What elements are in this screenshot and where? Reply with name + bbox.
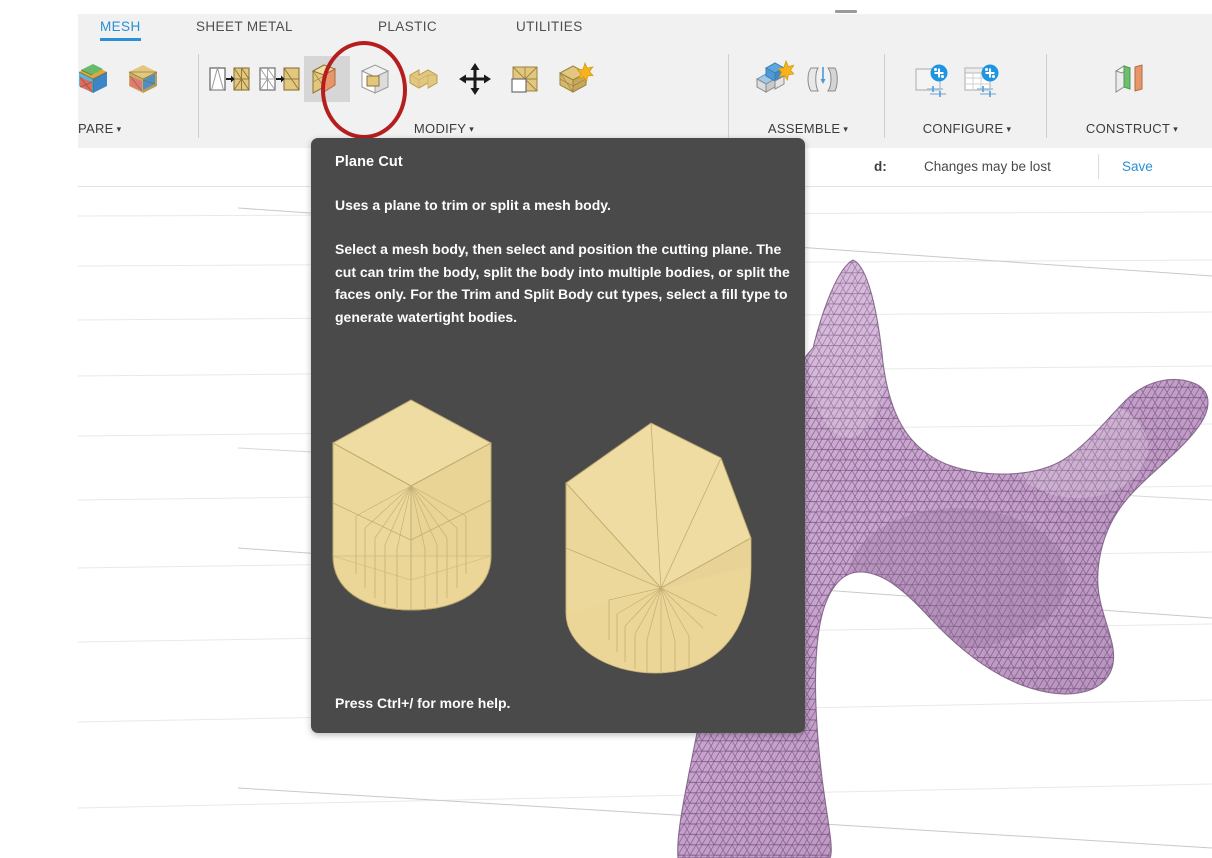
figure-split-body bbox=[332, 399, 492, 611]
repair-mesh-button[interactable] bbox=[550, 53, 600, 105]
panel-divider bbox=[884, 54, 885, 138]
panel-assemble-label[interactable]: ASSEMBLE ▾ bbox=[734, 121, 882, 136]
tab-plastic-label: PLASTIC bbox=[378, 19, 438, 34]
configuration-table-button[interactable] bbox=[956, 53, 1006, 105]
combine-icon bbox=[409, 69, 438, 89]
joint-button[interactable] bbox=[798, 53, 848, 105]
tab-mesh-label: MESH bbox=[100, 19, 141, 34]
ribbon-collapse-handle-icon[interactable] bbox=[835, 10, 857, 13]
annotation-circle-plane-cut bbox=[321, 41, 407, 139]
window-top-strip bbox=[0, 0, 1212, 14]
fusion-app-window: d: Changes may be lost Save MESH SHEET M… bbox=[0, 0, 1212, 858]
configuration-table-icon bbox=[964, 64, 999, 97]
panel-assemble-text: ASSEMBLE bbox=[767, 121, 841, 136]
panel-modify-text: MODIFY bbox=[413, 121, 467, 136]
chevron-down-icon: ▾ bbox=[1006, 124, 1012, 134]
new-component-button[interactable] bbox=[748, 53, 798, 105]
configuration-icon bbox=[915, 64, 948, 97]
mesh-tan-cube-icon bbox=[128, 65, 158, 93]
convert-to-mesh-icon bbox=[209, 66, 250, 91]
status-truncated-label: d: bbox=[874, 159, 887, 174]
mesh-tan-cube-button[interactable] bbox=[118, 53, 168, 105]
chevron-down-icon: ▾ bbox=[116, 124, 122, 134]
panel-configure-text: CONFIGURE bbox=[922, 121, 1004, 136]
ribbon: MESH SHEET METAL PLASTIC UTILITIES PARE … bbox=[78, 14, 1212, 148]
tooltip-illustration bbox=[332, 399, 752, 674]
chevron-down-icon: ▾ bbox=[843, 124, 849, 134]
panel-assemble: ASSEMBLE ▾ bbox=[734, 46, 882, 148]
repair-mesh-icon bbox=[558, 61, 594, 93]
panel-divider bbox=[728, 54, 729, 138]
construct-plane-button[interactable] bbox=[1104, 53, 1154, 105]
panel-construct-label[interactable]: CONSTRUCT ▾ bbox=[1052, 121, 1212, 136]
tooltip-description: Select a mesh body, then select and posi… bbox=[335, 241, 790, 325]
new-component-icon bbox=[755, 59, 794, 93]
configuration-button[interactable] bbox=[906, 53, 956, 105]
tab-sheet-metal-label: SHEET METAL bbox=[196, 19, 293, 34]
tab-plastic[interactable]: PLASTIC bbox=[378, 19, 437, 34]
delete-faces-icon bbox=[511, 66, 538, 93]
tab-active-underline bbox=[100, 38, 141, 41]
tab-utilities-label: UTILITIES bbox=[516, 19, 583, 34]
viewport-left-gutter bbox=[0, 148, 78, 858]
tooltip-footer: Press Ctrl+/ for more help. bbox=[335, 695, 511, 711]
panel-divider bbox=[198, 54, 199, 138]
chevron-down-icon: ▾ bbox=[469, 124, 475, 134]
joint-icon bbox=[807, 67, 838, 92]
panel-prepare-label[interactable]: PARE ▾ bbox=[72, 121, 198, 136]
mesh-colored-cube-button[interactable] bbox=[68, 53, 118, 105]
panel-construct: CONSTRUCT ▾ bbox=[1052, 46, 1212, 148]
tab-sheet-metal[interactable]: SHEET METAL bbox=[196, 19, 293, 34]
move-copy-button[interactable] bbox=[450, 53, 500, 105]
remesh-button[interactable] bbox=[254, 53, 304, 105]
convert-to-mesh-button[interactable] bbox=[204, 53, 254, 105]
panel-prepare: PARE ▾ bbox=[78, 46, 196, 148]
tab-mesh[interactable]: MESH bbox=[100, 19, 141, 41]
panel-divider bbox=[1046, 54, 1047, 138]
panel-configure: CONFIGURE ▾ bbox=[890, 46, 1044, 148]
ribbon-tabs: MESH SHEET METAL PLASTIC UTILITIES bbox=[78, 14, 1212, 46]
delete-faces-button[interactable] bbox=[500, 53, 550, 105]
construct-plane-icon bbox=[1114, 64, 1143, 93]
chevron-down-icon: ▾ bbox=[1173, 124, 1179, 134]
panel-modify: MODIFY ▾ bbox=[204, 46, 734, 148]
save-link[interactable]: Save bbox=[1122, 159, 1153, 174]
remesh-icon bbox=[259, 67, 300, 91]
tooltip-summary: Uses a plane to trim or split a mesh bod… bbox=[335, 197, 611, 213]
figure-trimmed-body bbox=[565, 422, 752, 674]
panel-configure-label[interactable]: CONFIGURE ▾ bbox=[890, 121, 1044, 136]
tooltip-title: Plane Cut bbox=[335, 154, 403, 170]
mesh-colored-cube-icon bbox=[78, 64, 108, 93]
plane-cut-tooltip: Plane Cut Uses a plane to trim or split … bbox=[311, 138, 805, 733]
combine-button[interactable] bbox=[400, 53, 450, 105]
move-copy-icon bbox=[459, 63, 491, 95]
status-message: Changes may be lost bbox=[924, 159, 1051, 174]
tab-utilities[interactable]: UTILITIES bbox=[516, 19, 583, 34]
status-divider bbox=[1098, 154, 1099, 179]
panel-construct-text: CONSTRUCT bbox=[1085, 121, 1171, 136]
panel-prepare-text: PARE bbox=[78, 121, 114, 136]
ribbon-panels: PARE ▾ MODIFY ▾ ASSEMBLE ▾ CONFIGURE ▾ C… bbox=[78, 46, 1212, 148]
